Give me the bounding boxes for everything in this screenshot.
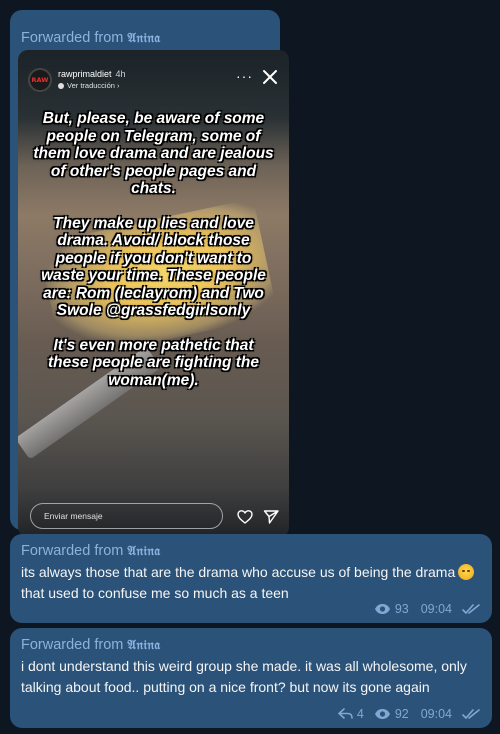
message-text-part: its always those that are the drama who … — [21, 564, 456, 580]
story-caption: But, please, be aware of some people on … — [32, 110, 275, 406]
heart-icon — [237, 510, 253, 524]
story-caption-paragraph: It's even more pathetic that these peopl… — [48, 336, 259, 389]
message-text: i dont understand this weird group she m… — [21, 658, 467, 695]
forwarded-header[interactable]: Forwarded from 𝔄𝔫𝔦𝔫𝔞 — [21, 636, 482, 655]
forwarded-label: Forwarded from — [21, 637, 124, 653]
close-icon — [263, 70, 277, 84]
forwarded-author[interactable]: 𝔄𝔫𝔦𝔫𝔞 — [127, 638, 160, 653]
message-bubble-story[interactable]: Forwarded from 𝔄𝔫𝔦𝔫𝔞 RAW rawprimaldiet 4h… — [10, 10, 289, 537]
rolling-eyes-emoji-icon — [458, 564, 475, 580]
view-count: 92 — [394, 707, 409, 721]
more-icon: ··· — [236, 68, 253, 84]
message-text: its always those that are the drama who … — [21, 562, 482, 604]
double-check-icon — [462, 709, 480, 719]
message-text-part: that used to confuse me so much as a tee… — [21, 585, 289, 601]
forwarded-label: Forwarded from — [21, 543, 124, 559]
story-header: RAW rawprimaldiet 4h Ver traducción › ··· — [28, 66, 279, 96]
forwarded-author[interactable]: 𝔄𝔫𝔦𝔫𝔞 — [127, 544, 160, 559]
message-meta: 93 09:04 — [374, 602, 480, 616]
globe-icon — [58, 83, 64, 90]
story-translate-link: Ver traducción › — [58, 81, 120, 90]
story-username-text: rawprimaldiet — [58, 69, 112, 79]
reply-arrow-icon[interactable] — [338, 708, 353, 720]
message-time: 09:04 — [420, 707, 452, 721]
view-count: 93 — [394, 602, 409, 616]
story-reply-field: Enviar mensaje — [30, 503, 223, 529]
eye-icon — [374, 604, 390, 614]
story-translate-label: Ver traducción › — [67, 81, 120, 90]
story-caption-paragraph: They make up lies and love drama. Avoid/… — [41, 214, 266, 320]
double-check-icon — [462, 604, 480, 614]
send-icon — [263, 510, 279, 524]
forwarded-label: Forwarded from — [21, 30, 124, 46]
forwarded-header[interactable]: Forwarded from 𝔄𝔫𝔦𝔫𝔞 — [21, 29, 161, 48]
story-caption-paragraph: But, please, be aware of some people on … — [33, 110, 274, 197]
message-meta: 4 92 09:04 — [338, 707, 480, 721]
forwarded-header[interactable]: Forwarded from 𝔄𝔫𝔦𝔫𝔞 — [21, 542, 482, 561]
reply-count: 4 — [356, 707, 364, 721]
story-username: rawprimaldiet 4h — [58, 69, 126, 79]
message-time: 09:04 — [420, 602, 452, 616]
avatar: RAW — [28, 68, 52, 92]
story-time: 4h — [115, 69, 126, 79]
message-bubble[interactable]: Forwarded from 𝔄𝔫𝔦𝔫𝔞 i dont understand t… — [10, 628, 492, 728]
message-bubble[interactable]: Forwarded from 𝔄𝔫𝔦𝔫𝔞 its always those th… — [10, 534, 492, 623]
eye-icon — [374, 709, 390, 719]
forwarded-author[interactable]: 𝔄𝔫𝔦𝔫𝔞 — [127, 31, 160, 46]
story-image[interactable]: RAW rawprimaldiet 4h Ver traducción › ···… — [18, 50, 289, 537]
